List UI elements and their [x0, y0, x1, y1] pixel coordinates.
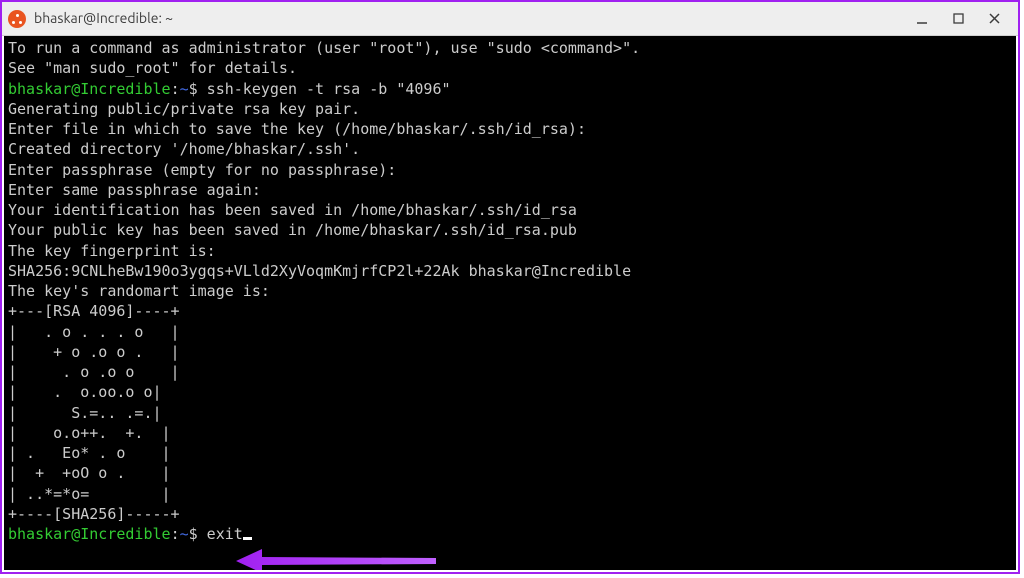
minimize-button[interactable]: [904, 5, 940, 33]
close-button[interactable]: [976, 5, 1012, 33]
terminal-line: Enter passphrase (empty for no passphras…: [8, 160, 1012, 180]
terminal-line: Your identification has been saved in /h…: [8, 200, 1012, 220]
prompt-sigil: $: [189, 525, 198, 543]
terminal-line: Enter same passphrase again:: [8, 180, 1012, 200]
terminal-line: The key's randomart image is:: [8, 281, 1012, 301]
titlebar: bhaskar@Incredible: ~: [2, 2, 1018, 36]
terminal-line: | S.=.. .=.|: [8, 403, 1012, 423]
window-frame: bhaskar@Incredible: ~ To run a command a…: [0, 0, 1020, 574]
prompt-user: bhaskar@Incredible: [8, 80, 171, 98]
terminal-line: | + o .o o . |: [8, 342, 1012, 362]
text-cursor: [243, 537, 252, 540]
prompt-user: bhaskar@Incredible: [8, 525, 171, 543]
terminal-line: Generating public/private rsa key pair.: [8, 99, 1012, 119]
annotation-arrow-icon: [236, 546, 436, 570]
prompt-separator: :: [171, 525, 180, 543]
terminal-line: bhaskar@Incredible:~$ exit: [8, 524, 1012, 544]
terminal-line: | . o.oo.o o|: [8, 382, 1012, 402]
terminal-line: | . Eo* . o |: [8, 443, 1012, 463]
terminal-line: bhaskar@Incredible:~$ ssh-keygen -t rsa …: [8, 79, 1012, 99]
terminal-line: | ..*=*o= |: [8, 484, 1012, 504]
prompt-path: ~: [180, 80, 189, 98]
maximize-button[interactable]: [940, 5, 976, 33]
command-text: exit: [198, 525, 243, 543]
window-title: bhaskar@Incredible: ~: [34, 9, 173, 28]
prompt-separator: :: [171, 80, 180, 98]
ubuntu-icon: [8, 10, 26, 28]
terminal-line: SHA256:9CNLheBw190o3ygqs+VLld2XyVoqmKmjr…: [8, 261, 1012, 281]
terminal-line: The key fingerprint is:: [8, 241, 1012, 261]
prompt-path: ~: [180, 525, 189, 543]
terminal-line: Enter file in which to save the key (/ho…: [8, 119, 1012, 139]
terminal-line: Your public key has been saved in /home/…: [8, 220, 1012, 240]
terminal-line: | . o . . . o |: [8, 322, 1012, 342]
prompt-sigil: $: [189, 80, 198, 98]
terminal-line: To run a command as administrator (user …: [8, 38, 1012, 58]
terminal-line: | o.o++. +. |: [8, 423, 1012, 443]
terminal-line: +----[SHA256]-----+: [8, 504, 1012, 524]
terminal-viewport[interactable]: To run a command as administrator (user …: [4, 36, 1016, 570]
terminal-line: | + +oO o . |: [8, 463, 1012, 483]
terminal-line: Created directory '/home/bhaskar/.ssh'.: [8, 139, 1012, 159]
terminal-line: See "man sudo_root" for details.: [8, 58, 1012, 78]
terminal-line: | . o .o o |: [8, 362, 1012, 382]
terminal-line: +---[RSA 4096]----+: [8, 301, 1012, 321]
command-text: ssh-keygen -t rsa -b "4096": [198, 80, 451, 98]
